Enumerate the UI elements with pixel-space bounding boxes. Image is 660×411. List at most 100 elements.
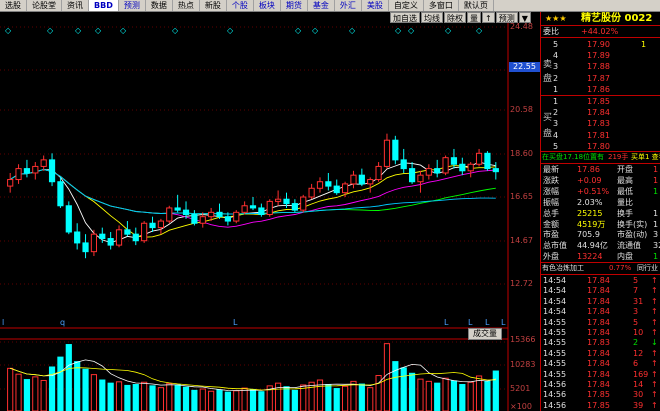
candle-body xyxy=(383,139,391,167)
stat-value: 2.03% xyxy=(577,197,603,207)
event-marker-icon[interactable]: ◇ xyxy=(349,26,355,35)
tick-price: 17.85 xyxy=(587,400,610,410)
event-marker-icon[interactable]: ◇ xyxy=(120,26,126,35)
chart-tool-button[interactable]: 加自选 xyxy=(390,12,420,23)
top-toolbar: 选股 论股堂 资讯 BBD 预测 数据 热点 新股 个股 板块 期货 基金 外汇 美股 自定义 多窗口 默认页 xyxy=(0,0,660,12)
stat-value: 32. xyxy=(653,241,660,251)
volume-bar xyxy=(157,387,164,411)
stat-value: 44.94亿 xyxy=(577,241,608,251)
volume-bar xyxy=(174,384,181,411)
event-marker-icon[interactable]: ◇ xyxy=(75,26,81,35)
toolbar-item[interactable]: 论股堂 xyxy=(27,0,62,11)
industry-row[interactable]: 有色冶炼加工 0.77% 同行业 xyxy=(541,263,660,274)
tick-volume: 10 xyxy=(633,328,644,337)
toolbar-item[interactable]: 数据 xyxy=(146,0,173,11)
stat-label: 振幅 xyxy=(543,197,559,207)
order-tag-line[interactable]: 在买盘17.18位置有 219手 买单1 查看 xyxy=(541,152,660,163)
event-marker-icon[interactable]: ◇ xyxy=(476,26,482,35)
stat-label: 市盈(动) xyxy=(617,230,648,240)
event-marker-icon[interactable]: ◇ xyxy=(5,26,11,35)
stat-label: 涨跌 xyxy=(543,175,559,185)
toolbar-item[interactable]: 资讯 xyxy=(62,0,89,11)
candle-body xyxy=(266,200,273,216)
toolbar-item[interactable]: 板块 xyxy=(254,0,281,11)
toolbar-item[interactable]: 基金 xyxy=(308,0,335,11)
toolbar-item[interactable]: BBD xyxy=(89,0,119,11)
buy-level: 3 xyxy=(553,119,559,129)
stat-value: 1 xyxy=(653,186,659,196)
toolbar-item[interactable]: 选股 xyxy=(0,0,27,11)
stat-value: 1 xyxy=(653,208,659,218)
candle-body xyxy=(325,181,332,187)
tick-price: 17.84 xyxy=(587,348,610,358)
candle-body xyxy=(132,233,139,242)
stat-label: 开盘 xyxy=(617,165,633,174)
panel-row: 14:54 17.84 7 xyxy=(541,285,660,296)
event-marker-icon[interactable]: ◇ xyxy=(395,26,401,35)
tick-price: 17.84 xyxy=(587,307,610,317)
volume-bar xyxy=(141,381,148,411)
event-marker-icon[interactable]: ◇ xyxy=(172,26,178,35)
volume-bar xyxy=(492,370,499,411)
chart-tool-button[interactable]: 量 xyxy=(467,12,481,23)
toolbar-item[interactable]: 美股 xyxy=(362,0,389,11)
tick-price: 17.84 xyxy=(587,276,610,285)
volume-bar xyxy=(90,374,98,411)
toolbar-item[interactable]: 默认页 xyxy=(459,0,494,11)
volume-bar xyxy=(249,388,257,411)
event-marker-icon[interactable]: ◇ xyxy=(295,26,301,35)
volume-bar xyxy=(484,380,491,411)
volume-label[interactable]: 成交量 xyxy=(468,328,502,340)
volume-bar xyxy=(107,382,114,411)
tick-time: 14:54 xyxy=(543,276,567,285)
toolbar-item[interactable]: 预测 xyxy=(119,0,146,11)
volume-bar xyxy=(350,380,357,411)
toolbar-item[interactable]: 自定义 xyxy=(389,0,424,11)
chart-tool-button[interactable]: 均线 xyxy=(421,12,443,23)
event-marker-icon[interactable]: ◇ xyxy=(47,26,53,35)
toolbar-item[interactable]: 外汇 xyxy=(335,0,362,11)
volume-bar xyxy=(40,379,47,411)
toolbar-item[interactable]: 新股 xyxy=(200,0,227,11)
chart-area[interactable]: 加自选 均线 除权量 ↑ 预测 ▼ 24.48 22.55 20.58 18.60 16.… xyxy=(0,12,540,411)
kline-chart[interactable] xyxy=(0,12,540,411)
toolbar-item[interactable]: 热点 xyxy=(173,0,200,11)
stat-label: 外盘 xyxy=(543,252,559,262)
price-tick: 12.72 xyxy=(510,279,533,288)
toolbar-item[interactable]: 多窗口 xyxy=(424,0,459,11)
volume-bar xyxy=(450,380,458,411)
chart-tool-button[interactable]: ↑ xyxy=(482,12,495,23)
event-marker-icon[interactable]: ◇ xyxy=(227,26,233,35)
volume-unit: ×100 xyxy=(510,402,532,411)
star-rating-icon: ★★★ xyxy=(545,14,567,23)
event-marker-icon[interactable]: ◇ xyxy=(445,26,451,35)
volume-bar xyxy=(199,388,206,411)
panel-row: 3 17.83 xyxy=(541,118,660,129)
toolbar-item[interactable]: 个股 xyxy=(227,0,254,11)
tick-time: 14:55 xyxy=(543,328,567,337)
price-tick: 16.65 xyxy=(510,192,533,201)
tick-time: 14:55 xyxy=(543,338,567,348)
volume-bar xyxy=(57,356,64,411)
candle-body xyxy=(7,179,14,187)
tick-time: 14:54 xyxy=(543,307,567,317)
sell-level: 1 xyxy=(553,84,559,94)
panel-row: 4 17.89 xyxy=(541,50,660,61)
toolbar-item[interactable]: 期货 xyxy=(281,0,308,11)
panel-row: 14:55 17.84 12 xyxy=(541,348,660,359)
volume-bar xyxy=(149,385,156,411)
stock-name[interactable]: 精艺股份 0022 xyxy=(581,12,652,25)
candle-body xyxy=(308,187,315,198)
stat-value: +0.51% xyxy=(577,186,610,196)
weibi-row: 委比 +44.02% xyxy=(541,26,660,37)
chart-tool-button[interactable]: 除权 xyxy=(444,12,466,23)
event-marker-icon[interactable]: ◇ xyxy=(408,26,414,35)
stat-label: 内盘 xyxy=(617,252,633,262)
event-marker-icon[interactable]: ◇ xyxy=(312,26,318,35)
candle-body xyxy=(166,207,173,222)
candle-body xyxy=(65,205,72,233)
panel-row: 14:56 17.85 30 xyxy=(541,389,660,400)
event-marker-icon[interactable]: ◇ xyxy=(95,26,101,35)
candle-body xyxy=(367,179,374,185)
signal-marker: q xyxy=(60,318,66,327)
